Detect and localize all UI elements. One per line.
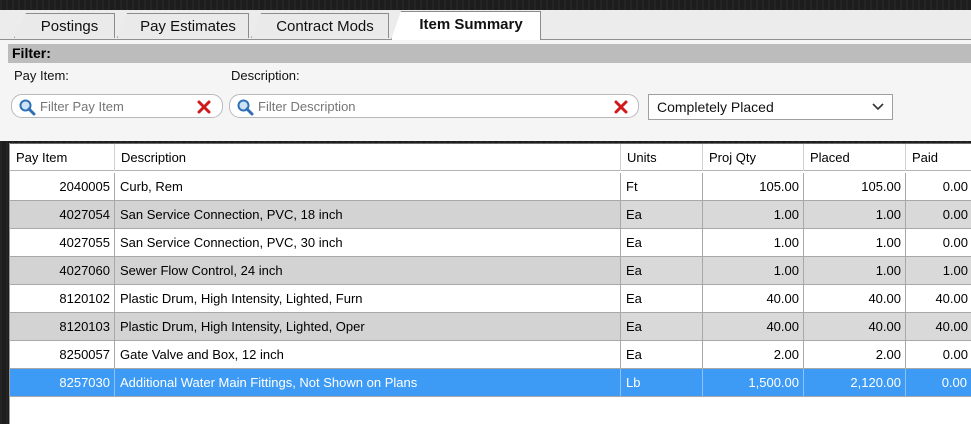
clear-icon[interactable]: [612, 98, 630, 116]
cell-paid: 0.00: [906, 201, 971, 228]
tab-item-summary[interactable]: Item Summary: [391, 11, 541, 40]
tab-label: Item Summary: [419, 16, 523, 33]
cell-placed: 2.00: [804, 341, 906, 368]
cell-paid: 0.00: [906, 369, 971, 396]
chevron-down-icon: [872, 103, 884, 111]
cell-pay-item: 4027060: [10, 257, 115, 284]
cell-pay-item: 2040005: [10, 173, 115, 200]
cell-pay-item: 8250057: [10, 341, 115, 368]
cell-proj-qty: 1.00: [703, 257, 804, 284]
cell-placed: 40.00: [804, 285, 906, 312]
tab-label: Contract Mods: [276, 18, 374, 35]
table-row[interactable]: 4027060 Sewer Flow Control, 24 inch Ea 1…: [10, 257, 971, 285]
cell-units: Ea: [621, 257, 703, 284]
tab-label: Postings: [40, 18, 99, 35]
cell-proj-qty: 1,500.00: [703, 369, 804, 396]
cell-units: Ea: [621, 229, 703, 256]
cell-paid: 40.00: [906, 285, 971, 312]
cell-units: Ea: [621, 285, 703, 312]
cell-units: Ea: [621, 313, 703, 340]
clear-icon[interactable]: [195, 98, 213, 116]
cell-units: Lb: [621, 369, 703, 396]
search-icon: [19, 99, 36, 116]
cell-proj-qty: 1.00: [703, 229, 804, 256]
cell-pay-item: 4027055: [10, 229, 115, 256]
filter-title: Filter:: [8, 44, 971, 63]
column-header-description[interactable]: Description: [115, 144, 621, 171]
pay-item-filter[interactable]: [11, 94, 223, 118]
cell-pay-item: 8257030: [10, 369, 115, 396]
column-header-units[interactable]: Units: [621, 144, 703, 171]
table-row[interactable]: 8250057 Gate Valve and Box, 12 inch Ea 2…: [10, 341, 971, 369]
item-summary-grid: Pay Item Description Units Proj Qty Plac…: [9, 143, 971, 424]
cell-placed: 1.00: [804, 229, 906, 256]
cell-units: Ft: [621, 173, 703, 200]
cell-units: Ea: [621, 341, 703, 368]
cell-paid: 0.00: [906, 229, 971, 256]
cell-units: Ea: [621, 201, 703, 228]
cell-paid: 1.00: [906, 257, 971, 284]
cell-description: Plastic Drum, High Intensity, Lighted, O…: [115, 313, 621, 340]
cell-description: Sewer Flow Control, 24 inch: [115, 257, 621, 284]
cell-placed: 105.00: [804, 173, 906, 200]
cell-description: Curb, Rem: [115, 173, 621, 200]
cell-proj-qty: 40.00: [703, 313, 804, 340]
cell-paid: 0.00: [906, 173, 971, 200]
tab-postings[interactable]: Postings: [14, 13, 115, 38]
cell-pay-item: 8120102: [10, 285, 115, 312]
column-header-pay-item[interactable]: Pay Item: [10, 144, 115, 171]
tab-label: Pay Estimates: [140, 18, 236, 35]
tab-strip: Postings Pay Estimates Contract Mods Ite…: [0, 10, 971, 40]
column-header-proj-qty[interactable]: Proj Qty: [703, 144, 804, 171]
description-input[interactable]: [258, 97, 598, 115]
status-selected: Completely Placed: [657, 99, 774, 115]
cell-proj-qty: 1.00: [703, 201, 804, 228]
tab-contract-mods[interactable]: Contract Mods: [251, 13, 389, 38]
cell-placed: 1.00: [804, 257, 906, 284]
description-label: Description:: [231, 68, 300, 83]
grid-header: Pay Item Description Units Proj Qty Plac…: [10, 143, 971, 171]
cell-description: San Service Connection, PVC, 18 inch: [115, 201, 621, 228]
cell-description: Plastic Drum, High Intensity, Lighted, F…: [115, 285, 621, 312]
cell-pay-item: 8120103: [10, 313, 115, 340]
column-header-placed[interactable]: Placed: [804, 144, 906, 171]
column-header-paid[interactable]: Paid: [906, 144, 971, 171]
table-row[interactable]: 4027055 San Service Connection, PVC, 30 …: [10, 229, 971, 257]
description-filter[interactable]: [229, 94, 639, 118]
table-row[interactable]: 4027054 San Service Connection, PVC, 18 …: [10, 201, 971, 229]
cell-paid: 40.00: [906, 313, 971, 340]
pay-item-input[interactable]: [40, 97, 190, 115]
tab-pay-estimates[interactable]: Pay Estimates: [117, 13, 249, 38]
cell-proj-qty: 2.00: [703, 341, 804, 368]
status-dropdown[interactable]: Completely Placed: [648, 94, 893, 120]
table-row[interactable]: 2040005 Curb, Rem Ft 105.00 105.00 0.00: [10, 173, 971, 201]
table-row[interactable]: 8120102 Plastic Drum, High Intensity, Li…: [10, 285, 971, 313]
table-row[interactable]: 8120103 Plastic Drum, High Intensity, Li…: [10, 313, 971, 341]
cell-proj-qty: 105.00: [703, 173, 804, 200]
pay-item-label: Pay Item:: [14, 68, 69, 83]
cell-description: Gate Valve and Box, 12 inch: [115, 341, 621, 368]
cell-description: San Service Connection, PVC, 30 inch: [115, 229, 621, 256]
cell-description: Additional Water Main Fittings, Not Show…: [115, 369, 621, 396]
cell-proj-qty: 40.00: [703, 285, 804, 312]
cell-placed: 2,120.00: [804, 369, 906, 396]
cell-placed: 1.00: [804, 201, 906, 228]
search-icon: [237, 99, 254, 116]
cell-pay-item: 4027054: [10, 201, 115, 228]
table-row-selected[interactable]: 8257030 Additional Water Main Fittings, …: [10, 369, 971, 397]
cell-placed: 40.00: [804, 313, 906, 340]
cell-paid: 0.00: [906, 341, 971, 368]
